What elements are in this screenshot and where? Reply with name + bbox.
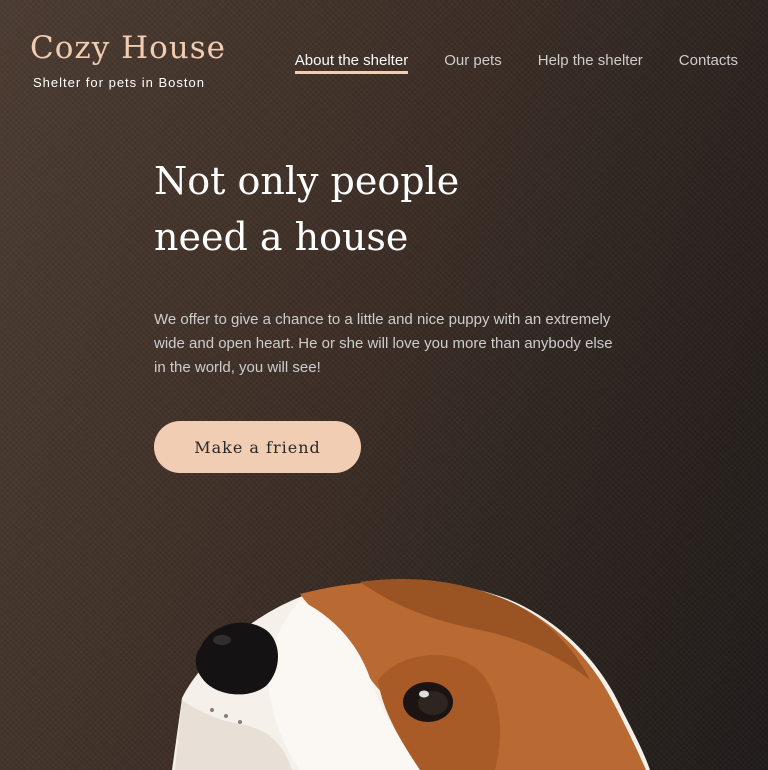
nav-item-contacts[interactable]: Contacts: [679, 52, 738, 73]
nav-item-help-the-shelter[interactable]: Help the shelter: [538, 52, 643, 73]
nav-item-about-the-shelter[interactable]: About the shelter: [294, 52, 409, 74]
hero-headline-line-1: Not only people: [154, 159, 460, 203]
make-a-friend-button[interactable]: Make a friend: [154, 421, 361, 473]
logo-title[interactable]: Cozy House: [30, 30, 226, 66]
puppy-image: [172, 578, 650, 770]
main-nav: About the shelter Our pets Help the shel…: [294, 52, 738, 74]
nav-item-our-pets[interactable]: Our pets: [444, 52, 502, 73]
hero-description: We offer to give a chance to a little an…: [154, 311, 613, 376]
hero-headline-line-2: need a house: [154, 215, 409, 259]
hero-headline: Not only people need a house: [154, 153, 594, 265]
logo-subtitle: Shelter for pets in Boston: [33, 75, 205, 90]
hero-section: Cozy House Shelter for pets in Boston Ab…: [0, 0, 768, 770]
